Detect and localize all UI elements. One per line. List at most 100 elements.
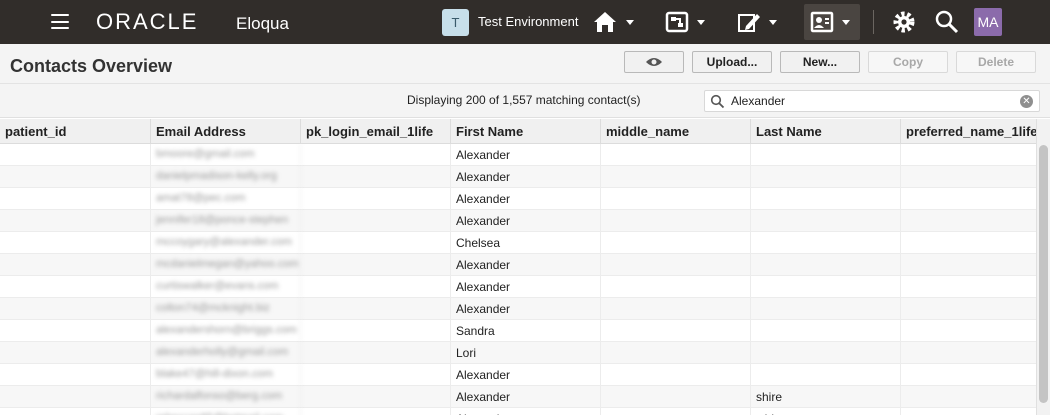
table-row[interactable]: blake47@hill-dixon.com Alexander: [0, 364, 1036, 386]
cell-last-name: [751, 232, 901, 253]
cell-email: danielpmadison-kelly.org: [151, 166, 301, 187]
clear-search-icon[interactable]: ✕: [1020, 95, 1033, 108]
cell-patient-id: [0, 320, 151, 341]
cell-pk-login-email: [301, 276, 451, 297]
delete-button[interactable]: Delete: [956, 51, 1036, 73]
cell-last-name: [751, 298, 901, 319]
toolbar-divider: [873, 10, 874, 34]
cell-middle-name: [601, 298, 751, 319]
environment-label[interactable]: Test Environment: [478, 14, 578, 29]
scrollbar-thumb[interactable]: [1039, 145, 1048, 403]
table-row[interactable]: richardalfonso@berg.com Alexander shire: [0, 386, 1036, 408]
table-body: bmoore@gmail.com Alexander danielpmadison-…: [0, 144, 1036, 415]
cell-patient-id: [0, 210, 151, 231]
preview-button[interactable]: [624, 51, 684, 73]
cell-patient-id: [0, 276, 151, 297]
table-row[interactable]: alexanderholly@gmail.com Lori: [0, 342, 1036, 364]
search-value: Alexander: [731, 94, 786, 108]
cell-first-name: Alexander: [451, 210, 601, 231]
search-icon: [710, 94, 725, 109]
edit-document-icon: [738, 14, 760, 32]
cell-preferred-name: [901, 342, 1036, 363]
cell-preferred-name: [901, 210, 1036, 231]
cell-patient-id: [0, 408, 151, 415]
table-row[interactable]: curtiswalker@evans.com Alexander: [0, 276, 1036, 298]
chevron-down-icon: [769, 19, 777, 25]
cell-preferred-name: [901, 166, 1036, 187]
upload-button[interactable]: Upload...: [692, 51, 772, 73]
cell-preferred-name: [901, 144, 1036, 165]
assets-menu-button[interactable]: [737, 4, 777, 40]
table-row[interactable]: danielpmadison-kelly.org Alexander: [0, 166, 1036, 188]
cell-middle-name: [601, 144, 751, 165]
cell-middle-name: [601, 166, 751, 187]
cell-first-name: Sandra: [451, 320, 601, 341]
cell-first-name: Chelsea: [451, 232, 601, 253]
cell-middle-name: [601, 188, 751, 209]
cell-pk-login-email: [301, 298, 451, 319]
top-navigation-bar: ORACLE Eloqua T Test Environment MA: [0, 0, 1050, 44]
hamburger-menu-icon[interactable]: [51, 14, 69, 29]
contact-search-input[interactable]: Alexander ✕: [704, 90, 1040, 112]
cell-middle-name: [601, 320, 751, 341]
column-header-middle-name[interactable]: middle_name: [601, 119, 751, 143]
flowchart-icon: [665, 11, 689, 33]
table-row[interactable]: jennifer18@ponce-stephen Alexander: [0, 210, 1036, 232]
cell-preferred-name: [901, 364, 1036, 385]
user-avatar[interactable]: MA: [974, 8, 1002, 36]
cell-pk-login-email: [301, 232, 451, 253]
chevron-down-icon: [626, 19, 634, 25]
cell-middle-name: [601, 408, 751, 415]
cell-last-name: [751, 320, 901, 341]
home-icon: [594, 12, 616, 32]
cell-last-name: [751, 210, 901, 231]
home-menu-button[interactable]: [592, 4, 634, 40]
vertical-scrollbar[interactable]: [1036, 119, 1050, 415]
cell-first-name: Alexander: [451, 144, 601, 165]
cell-first-name: Alexander: [451, 408, 601, 415]
table-row[interactable]: bmoore@gmail.com Alexander: [0, 144, 1036, 166]
cell-preferred-name: [901, 298, 1036, 319]
cell-patient-id: [0, 144, 151, 165]
cell-email: rebeccas85@hotmail.com: [151, 408, 301, 415]
column-header-email[interactable]: Email Address: [151, 119, 301, 143]
cell-first-name: Alexander: [451, 254, 601, 275]
new-button[interactable]: New...: [780, 51, 860, 73]
copy-button[interactable]: Copy: [868, 51, 948, 73]
oracle-logo: ORACLE: [96, 9, 199, 34]
cell-pk-login-email: [301, 144, 451, 165]
cell-pk-login-email: [301, 188, 451, 209]
settings-button[interactable]: [891, 4, 917, 40]
results-count: Displaying 200 of 1,557 matching contact…: [407, 93, 641, 107]
column-header-last-name[interactable]: Last Name: [751, 119, 901, 143]
cell-email: curtiswalker@evans.com: [151, 276, 301, 297]
cell-first-name: Alexander: [451, 364, 601, 385]
column-header-first-name[interactable]: First Name: [451, 119, 601, 143]
table-row[interactable]: mcdanielmegan@yahoo.com Alexander: [0, 254, 1036, 276]
column-header-preferred-name[interactable]: preferred_name_1life: [901, 119, 1036, 143]
search-button[interactable]: [934, 4, 960, 40]
cell-last-name: shire: [751, 386, 901, 407]
environment-badge[interactable]: T: [442, 9, 469, 36]
table-row[interactable]: alexandershorn@briggs.com Sandra: [0, 320, 1036, 342]
cell-last-name: [751, 276, 901, 297]
cell-middle-name: [601, 210, 751, 231]
chevron-down-icon: [842, 19, 850, 25]
cell-middle-name: [601, 364, 751, 385]
cell-pk-login-email: [301, 320, 451, 341]
column-header-pk-login-email[interactable]: pk_login_email_1life: [301, 119, 451, 143]
cell-last-name: [751, 254, 901, 275]
page-header: Contacts Overview Upload... New... Copy …: [0, 44, 1050, 84]
cell-email: blake47@hill-dixon.com: [151, 364, 301, 385]
table-row[interactable]: mccoygary@alexander.com Chelsea: [0, 232, 1036, 254]
contacts-menu-button[interactable]: [804, 4, 860, 40]
cell-email: alexandershorn@briggs.com: [151, 320, 301, 341]
table-row[interactable]: rebeccas85@hotmail.com Alexander white: [0, 408, 1036, 415]
cell-email: mccoygary@alexander.com: [151, 232, 301, 253]
cell-middle-name: [601, 276, 751, 297]
table-header: patient_id Email Address pk_login_email_…: [0, 119, 1036, 144]
campaigns-menu-button[interactable]: [665, 4, 705, 40]
table-row[interactable]: amat78@pec.com Alexander: [0, 188, 1036, 210]
column-header-patient-id[interactable]: patient_id: [0, 119, 151, 143]
table-row[interactable]: colton74@mcknight.biz Alexander: [0, 298, 1036, 320]
